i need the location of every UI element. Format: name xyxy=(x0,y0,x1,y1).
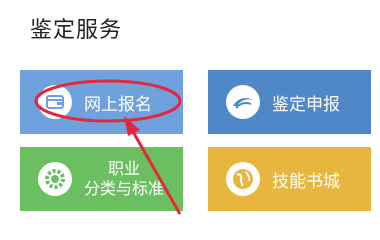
appraisal-declaration-label: 鉴定申报 xyxy=(272,94,340,115)
occupation-label-line1: 职业 xyxy=(108,159,141,178)
swoosh-icon xyxy=(226,85,260,119)
section-title: 鉴定服务 xyxy=(30,18,123,43)
occupation-label-line2: 分类与标准 xyxy=(84,179,165,198)
skills-bookstore-label: 技能书城 xyxy=(272,171,340,192)
appraisal-declaration-tile[interactable]: 鉴定申报 xyxy=(208,70,371,134)
wallet-icon xyxy=(38,85,72,119)
skills-bookstore-tile[interactable]: 技能书城 xyxy=(208,147,371,211)
occupation-classification-label: 职业 分类与标准 xyxy=(84,159,164,199)
globe-icon xyxy=(226,162,260,196)
online-registration-label: 网上报名 xyxy=(84,94,152,115)
gear-icon xyxy=(38,162,72,196)
occupation-classification-tile[interactable]: 职业 分类与标准 xyxy=(20,147,183,211)
online-registration-tile[interactable]: 网上报名 xyxy=(20,70,183,134)
